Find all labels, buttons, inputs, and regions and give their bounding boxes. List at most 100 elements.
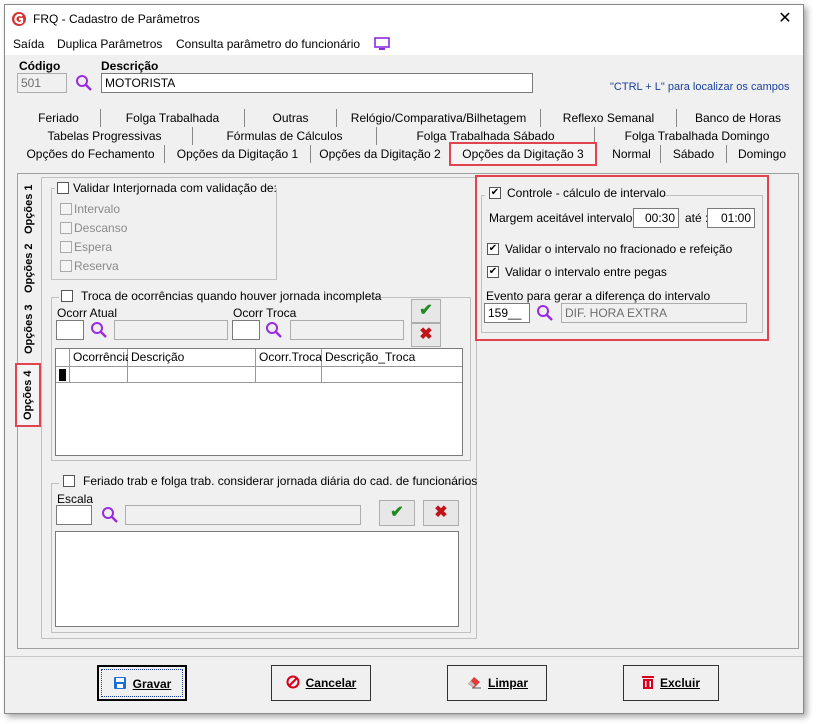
tab-relogio[interactable]: Relógio/Comparativa/Bilhetagem — [337, 109, 541, 127]
codigo-field[interactable] — [17, 73, 67, 93]
troca-delete-button[interactable]: ✖ — [411, 323, 441, 347]
escala-field[interactable] — [56, 505, 92, 525]
grid-header-ocorr-troca[interactable]: Ocorr.Troca — [256, 349, 322, 367]
escala-desc-field — [125, 505, 361, 525]
gravar-button[interactable]: Gravar — [97, 665, 187, 701]
ocorr-atual-field[interactable] — [56, 320, 84, 340]
tab-outras[interactable]: Outras — [245, 109, 337, 127]
vtab-opcoes-4[interactable]: Opções 4 — [15, 363, 41, 427]
limpar-button[interactable]: Limpar — [447, 665, 547, 701]
excluir-label: Excluir — [659, 676, 701, 690]
fracionado-checkbox[interactable]: ✔ — [487, 243, 499, 255]
grid-header-ocorrencia[interactable]: Ocorrência — [70, 349, 132, 367]
ocorr-atual-desc-field — [114, 320, 228, 340]
menu-item-consulta[interactable]: Consulta parâmetro do funcionário — [176, 37, 360, 51]
tab-formulas-de-calculos[interactable]: Fórmulas de Cálculos — [193, 127, 377, 145]
evento-search-icon[interactable] — [536, 304, 554, 322]
trash-icon — [641, 676, 654, 689]
reserva-checkbox[interactable] — [60, 260, 72, 272]
search-icon[interactable] — [75, 74, 93, 92]
reserva-label: Reserva — [74, 259, 119, 273]
escala-label: Escala — [57, 492, 94, 506]
tab-domingo[interactable]: Domingo — [727, 145, 797, 163]
intervalo-label: Intervalo — [74, 202, 121, 216]
eraser-icon — [467, 677, 481, 689]
vtab-opcoes-2[interactable]: Opções 2 — [18, 239, 40, 297]
feriado-delete-button[interactable]: ✖ — [423, 500, 459, 526]
ocorr-troca-label: Ocorr Troca — [233, 306, 297, 320]
table-row[interactable] — [70, 367, 128, 383]
table-row[interactable] — [322, 367, 462, 383]
table-row[interactable] — [256, 367, 322, 383]
ocorr-troca-field[interactable] — [232, 320, 260, 340]
feriado-label: Feriado trab e folga trab. considerar jo… — [83, 474, 478, 488]
vtab-opcoes-1[interactable]: Opções 1 — [18, 181, 40, 237]
evento-code-field[interactable] — [484, 303, 530, 323]
controle-label: Controle - cálculo de intervalo — [507, 186, 666, 200]
margem-to-field[interactable] — [707, 208, 755, 228]
evento-label: Evento para gerar a diferença do interva… — [486, 289, 711, 303]
monitor-icon[interactable] — [374, 37, 390, 51]
tab-opcoes-fechamento[interactable]: Opções do Fechamento — [17, 145, 165, 163]
pegas-checkbox[interactable]: ✔ — [487, 266, 499, 278]
feriado-checkbox[interactable] — [63, 475, 75, 487]
tab-normal[interactable]: Normal — [603, 145, 661, 163]
menu-item-duplica[interactable]: Duplica Parâmetros — [57, 37, 162, 51]
descricao-field[interactable] — [101, 73, 533, 93]
troca-grid[interactable]: Ocorrência Descrição Ocorr.Troca Descriç… — [55, 348, 463, 456]
escala-search-icon[interactable] — [101, 506, 119, 524]
descanso-label: Descanso — [74, 221, 128, 235]
interjornada-label: Validar Interjornada com validação de: — [73, 181, 277, 195]
margem-from-field[interactable] — [633, 208, 679, 228]
tab-opcoes-digitacao-3[interactable]: Opções da Digitação 3 — [449, 142, 597, 166]
tab-sabado[interactable]: Sábado — [661, 145, 727, 163]
tab-tabelas-progressivas[interactable]: Tabelas Progressivas — [17, 127, 193, 145]
troca-label: Troca de ocorrências quando houver jorna… — [81, 289, 382, 303]
grid-row-indicator — [56, 367, 70, 383]
cancel-icon — [286, 675, 300, 689]
excluir-button[interactable]: Excluir — [623, 665, 719, 701]
espera-checkbox[interactable] — [60, 241, 72, 253]
ocorr-atual-search-icon[interactable] — [90, 321, 108, 339]
save-icon — [113, 677, 126, 689]
controle-checkbox[interactable]: ✔ — [489, 187, 501, 199]
codigo-label: Código — [19, 59, 61, 73]
tab-opcoes-digitacao-2[interactable]: Opções da Digitação 2 — [311, 145, 449, 163]
tab-opcoes-digitacao-1[interactable]: Opções da Digitação 1 — [165, 145, 311, 163]
ocorr-atual-label: Ocorr Atual — [57, 306, 118, 320]
table-row[interactable] — [128, 367, 256, 383]
margem-label: Margem aceitável intervalo : — [489, 211, 640, 225]
tab-row-3: Opções do Fechamento Opções da Digitação… — [17, 145, 799, 163]
tab-folga-domingo[interactable]: Folga Trabalhada Domingo — [595, 127, 799, 145]
interjornada-checkbox[interactable] — [57, 182, 69, 194]
pegas-label: Validar o intervalo entre pegas — [505, 265, 667, 279]
tab-feriado[interactable]: Feriado — [17, 109, 101, 127]
app-logo-icon — [12, 12, 26, 26]
menu-bar: Saída Duplica Parâmetros Consulta parâme… — [5, 33, 803, 55]
close-button[interactable]: ✕ — [775, 9, 795, 29]
intervalo-checkbox[interactable] — [60, 203, 72, 215]
descricao-label: Descrição — [101, 59, 159, 73]
tab-banco-de-horas[interactable]: Banco de Horas — [677, 109, 799, 127]
tab-folga-trabalhada[interactable]: Folga Trabalhada — [101, 109, 245, 127]
descanso-checkbox[interactable] — [60, 222, 72, 234]
cancelar-button[interactable]: Cancelar — [271, 665, 371, 701]
window-title: FRQ - Cadastro de Parâmetros — [33, 12, 200, 26]
escala-list[interactable] — [55, 531, 459, 627]
title-bar: FRQ - Cadastro de Parâmetros ✕ — [5, 5, 803, 33]
grid-corner — [56, 349, 70, 367]
fracionado-label: Validar o intervalo no fracionado e refe… — [505, 242, 733, 256]
troca-confirm-button[interactable]: ✔ — [411, 299, 441, 323]
vtab-opcoes-3[interactable]: Opções 3 — [18, 299, 40, 359]
tab-row-2: Tabelas Progressivas Fórmulas de Cálculo… — [17, 127, 799, 145]
troca-checkbox[interactable] — [61, 290, 73, 302]
menu-item-saida[interactable]: Saída — [13, 37, 44, 51]
cancelar-label: Cancelar — [305, 676, 357, 690]
shortcut-hint: "CTRL + L" para localizar os campos — [610, 81, 790, 93]
grid-header-descricao-troca[interactable]: Descrição_Troca — [322, 349, 462, 367]
ocorr-troca-search-icon[interactable] — [265, 321, 283, 339]
grid-header-descricao[interactable]: Descrição — [128, 349, 256, 367]
tab-reflexo-semanal[interactable]: Reflexo Semanal — [541, 109, 677, 127]
feriado-confirm-button[interactable]: ✔ — [379, 500, 415, 526]
evento-desc-field — [561, 303, 747, 323]
